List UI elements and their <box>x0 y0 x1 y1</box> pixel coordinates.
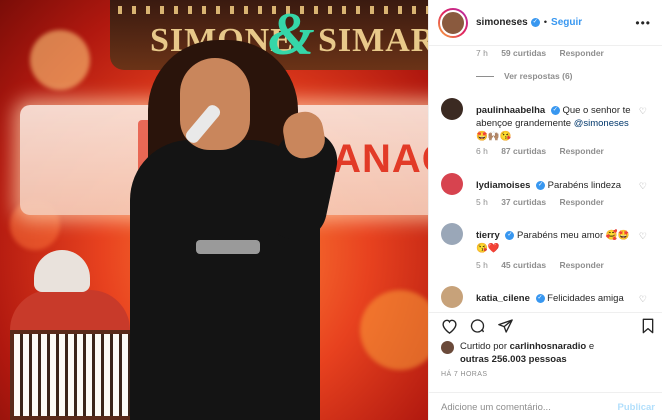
verified-icon: ✓ <box>550 105 560 115</box>
comment-likes[interactable]: 37 curtidas <box>501 197 546 207</box>
reply-button[interactable]: Responder <box>559 48 603 58</box>
comments-list[interactable]: 7 h 59 curtidas Responder Ver respostas … <box>429 46 662 312</box>
reply-button[interactable]: Responder <box>559 146 603 156</box>
reply-button[interactable]: Responder <box>559 197 603 207</box>
liked-by: Curtido por carlinhosnaradio e outras 25… <box>441 340 655 366</box>
singer-belt <box>196 240 260 254</box>
liked-by-prefix: Curtido por <box>460 341 507 352</box>
comment-like-icon[interactable]: ♡ <box>639 294 647 305</box>
commenter-avatar[interactable] <box>441 173 463 195</box>
post-actions <box>429 312 662 338</box>
comment-text: lydiamoises ✓ Parabéns lindeza <box>476 179 636 192</box>
comment-like-icon[interactable]: ♡ <box>639 106 647 117</box>
share-icon[interactable] <box>497 318 514 334</box>
comment-time: 7 h <box>476 48 488 58</box>
view-replies-button[interactable]: Ver respostas (6) <box>476 71 573 81</box>
avatar[interactable] <box>438 7 468 38</box>
commenter-username[interactable]: paulinhaabelha <box>476 105 545 116</box>
comment-input[interactable] <box>441 399 601 415</box>
commenter-avatar[interactable] <box>441 286 463 308</box>
comment-like-icon[interactable]: ♡ <box>639 231 647 242</box>
instagram-post: SIMONE & SIMARIA GANAÇ simoneses ✓ • Seg… <box>0 0 662 420</box>
comment-time: 5 h <box>476 260 488 270</box>
post-timestamp[interactable]: HÁ 7 HORAS <box>441 371 487 378</box>
liked-by-middle: e <box>588 341 595 352</box>
publish-button[interactable]: Publicar <box>618 402 656 413</box>
post-sidebar: simoneses ✓ • Seguir ••• 7 h 59 curtidas… <box>428 0 662 420</box>
accordion <box>10 330 140 420</box>
commenter-username[interactable]: tierry <box>476 230 500 241</box>
liker-username[interactable]: carlinhosnaradio <box>510 341 587 352</box>
stage-light <box>360 290 428 370</box>
verified-icon: ✓ <box>505 230 515 240</box>
replies-line <box>476 75 494 77</box>
comment-text: tierry ✓ Parabéns meu amor 🥰🤩😘❤️ <box>476 229 636 255</box>
follow-button[interactable]: Seguir <box>551 17 582 28</box>
comment-mention[interactable]: @simoneses <box>574 118 629 129</box>
comment-meta: 6 h 87 curtidas Responder <box>476 146 615 156</box>
comment-body: Felicidades amiga <box>547 293 624 304</box>
post-author-username[interactable]: simoneses <box>476 17 528 28</box>
more-options-icon[interactable]: ••• <box>635 16 651 30</box>
commenter-avatar[interactable] <box>441 223 463 245</box>
post-header: simoneses ✓ • Seguir ••• <box>429 0 662 46</box>
reply-button[interactable]: Responder <box>559 260 603 270</box>
comment-meta: 7 h 59 curtidas Responder <box>476 48 615 58</box>
comment-body: Parabéns lindeza <box>547 180 622 191</box>
comment-body: Parabéns meu amor <box>517 230 604 241</box>
view-replies-label: Ver respostas (6) <box>504 71 573 81</box>
comment-icon[interactable] <box>469 318 486 334</box>
post-photo[interactable]: SIMONE & SIMARIA GANAÇ <box>0 0 428 420</box>
comment-likes[interactable]: 59 curtidas <box>501 48 546 58</box>
commenter-username[interactable]: katia_cilene <box>476 293 530 304</box>
liked-by-text: Curtido por carlinhosnaradio e outras 25… <box>460 340 594 366</box>
likes-count-link[interactable]: outras 256.003 pessoas <box>460 354 567 365</box>
verified-icon: ✓ <box>530 18 540 27</box>
comment-meta: 5 h 45 curtidas Responder <box>476 260 615 270</box>
comment-emoji: 🤩🙌🏽😘 <box>476 131 512 142</box>
stage-sign-right: SIMARIA <box>318 22 428 59</box>
comment-likes[interactable]: 45 curtidas <box>501 260 546 270</box>
commenter-avatar[interactable] <box>441 98 463 120</box>
musician-hat <box>34 250 90 292</box>
liker-avatar[interactable] <box>441 341 454 354</box>
bookmark-icon[interactable] <box>641 318 655 334</box>
comment-text: katia_cilene ✓ Felicidades amiga <box>476 292 636 305</box>
comment-time: 6 h <box>476 146 488 156</box>
avatar-image <box>440 9 466 36</box>
comment-text: paulinhaabelha ✓ Que o senhor te abençoe… <box>476 104 636 143</box>
comment-composer: Publicar <box>429 392 662 420</box>
comment-meta: 5 h 37 curtidas Responder <box>476 197 615 207</box>
comment-time: 5 h <box>476 197 488 207</box>
commenter-username[interactable]: lydiamoises <box>476 180 530 191</box>
heart-icon[interactable] <box>441 318 458 334</box>
verified-icon: ✓ <box>536 180 546 190</box>
header-separator: • <box>543 17 548 28</box>
comment-likes[interactable]: 87 curtidas <box>501 146 546 156</box>
accordion-player <box>0 250 140 420</box>
stage-light <box>30 30 90 90</box>
comment-like-icon[interactable]: ♡ <box>639 181 647 192</box>
verified-icon: ✓ <box>535 293 545 303</box>
